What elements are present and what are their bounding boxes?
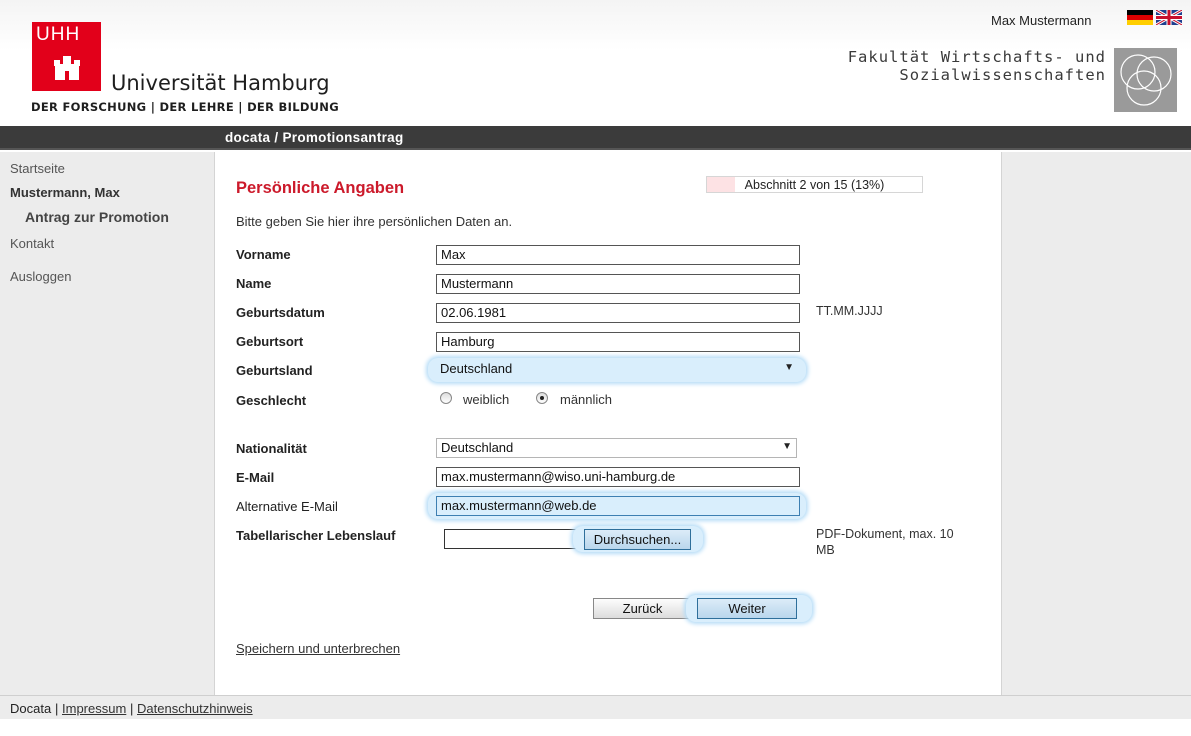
lebenslauf-hint: PDF-Dokument, max. 10 MB bbox=[816, 527, 954, 557]
radio-maennlich[interactable] bbox=[536, 392, 548, 404]
page-bottom bbox=[0, 719, 1191, 736]
radio-weiblich[interactable] bbox=[440, 392, 452, 404]
page-header: UHH Universität Hamburg DER FORSCHUNG | … bbox=[0, 0, 1191, 126]
progress-text: Abschnitt 2 von 15 (13%) bbox=[744, 178, 885, 192]
page-title: Persönliche Angaben bbox=[236, 179, 405, 197]
browse-button[interactable]: Durchsuchen... bbox=[584, 529, 691, 550]
footer-impressum-link[interactable]: Impressum bbox=[62, 701, 126, 716]
alt-email-label: Alternative E-Mail bbox=[236, 499, 338, 514]
geburtsland-value: Deutschland bbox=[440, 361, 513, 376]
email-label: E-Mail bbox=[236, 470, 275, 485]
sidebar-item-kontakt[interactable]: Kontakt bbox=[10, 236, 54, 251]
sidebar-user-name: Mustermann, Max bbox=[10, 185, 120, 200]
footer: Docata | Impressum | Datenschutzhinweis bbox=[0, 695, 1191, 719]
sidebar: Startseite Mustermann, Max Antrag zur Pr… bbox=[0, 152, 215, 695]
radio-maennlich-label: männlich bbox=[560, 392, 613, 407]
back-button[interactable]: Zurück bbox=[593, 598, 692, 619]
flag-en-icon[interactable] bbox=[1156, 10, 1182, 25]
right-column bbox=[1001, 152, 1191, 695]
vorname-input[interactable]: Max bbox=[436, 245, 800, 265]
geburtsort-label: Geburtsort bbox=[236, 334, 304, 349]
nationalitaet-label: Nationalität bbox=[236, 441, 307, 456]
app-title: docata / Promotionsantrag bbox=[225, 130, 404, 145]
lebenslauf-label: Tabellarischer Lebenslauf bbox=[236, 528, 396, 543]
progress-indicator: Abschnitt 2 von 15 (13%) bbox=[706, 176, 923, 193]
logo-letters: UHH bbox=[36, 24, 81, 45]
footer-separator: | bbox=[130, 701, 134, 716]
radio-weiblich-label: weiblich bbox=[463, 392, 510, 407]
email-input[interactable]: max.mustermann@wiso.uni-hamburg.de bbox=[436, 467, 800, 487]
nationalitaet-value: Deutschland bbox=[441, 440, 514, 455]
next-button[interactable]: Weiter bbox=[697, 598, 797, 619]
geburtsdatum-label: Geburtsdatum bbox=[236, 305, 325, 320]
vorname-label: Vorname bbox=[236, 247, 291, 262]
hamburg-castle-icon bbox=[54, 56, 80, 80]
geschlecht-label: Geschlecht bbox=[236, 393, 307, 408]
faculty-line-2: Sozialwissenschaften bbox=[899, 66, 1106, 84]
faculty-line-1: Fakultät Wirtschafts- und bbox=[847, 48, 1106, 66]
geburtsland-label: Geburtsland bbox=[236, 363, 313, 378]
footer-datenschutz-link[interactable]: Datenschutzhinweis bbox=[137, 701, 253, 716]
chevron-down-icon: ▼ bbox=[782, 441, 792, 452]
app-title-bar: docata / Promotionsantrag bbox=[0, 126, 1191, 150]
footer-separator: | bbox=[55, 701, 59, 716]
chevron-down-icon: ▼ bbox=[784, 362, 794, 373]
university-tagline: DER FORSCHUNG | DER LEHRE | DER BILDUNG bbox=[31, 100, 339, 114]
intro-text: Bitte geben Sie hier ihre persönlichen D… bbox=[236, 214, 513, 229]
faculty-name: Fakultät Wirtschafts- und Sozialwissensc… bbox=[848, 48, 1106, 84]
current-user-name: Max Mustermann bbox=[991, 13, 1092, 28]
save-and-pause-link[interactable]: Speichern und unterbrechen bbox=[236, 641, 400, 656]
footer-docata: Docata bbox=[10, 701, 52, 716]
name-input[interactable]: Mustermann bbox=[436, 274, 800, 294]
geburtsdatum-hint: TT.MM.JJJJ bbox=[816, 304, 883, 318]
sidebar-item-logout[interactable]: Ausloggen bbox=[10, 269, 71, 284]
faculty-logo-icon bbox=[1114, 48, 1177, 112]
nationalitaet-select[interactable]: Deutschland ▼ bbox=[436, 438, 797, 458]
lebenslauf-file-input[interactable] bbox=[444, 529, 578, 549]
geburtsort-input[interactable]: Hamburg bbox=[436, 332, 800, 352]
name-label: Name bbox=[236, 276, 272, 291]
uhh-logo: UHH bbox=[32, 22, 101, 91]
geburtsland-select[interactable]: Deutschland ▼ bbox=[436, 360, 802, 380]
flag-de-icon[interactable] bbox=[1127, 10, 1153, 25]
main-content: Persönliche Angaben Abschnitt 2 von 15 (… bbox=[216, 152, 1001, 695]
sidebar-item-antrag[interactable]: Antrag zur Promotion bbox=[25, 209, 169, 225]
alt-email-input[interactable]: max.mustermann@web.de bbox=[436, 496, 800, 516]
university-name: Universität Hamburg bbox=[111, 71, 330, 95]
sidebar-item-startseite[interactable]: Startseite bbox=[10, 161, 65, 176]
geburtsdatum-input[interactable]: 02.06.1981 bbox=[436, 303, 800, 323]
